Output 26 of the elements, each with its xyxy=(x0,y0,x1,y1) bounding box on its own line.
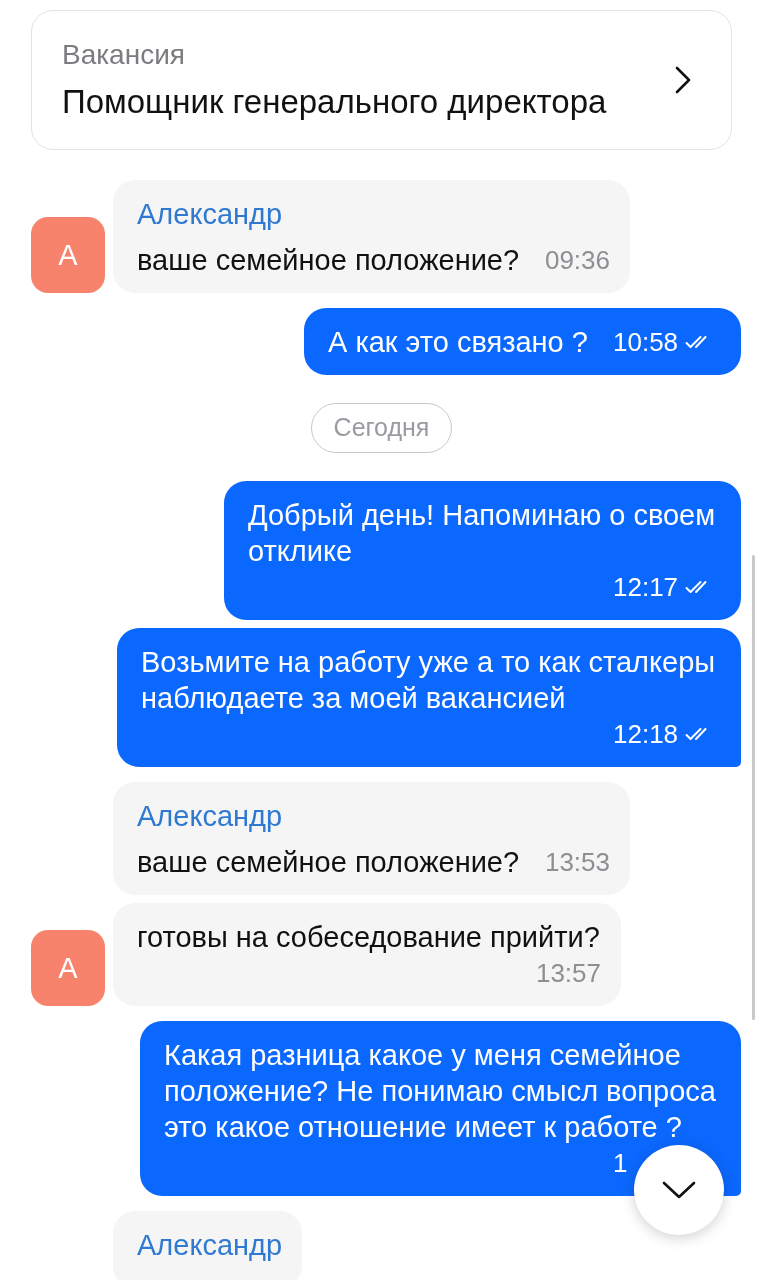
sender-name: Александр xyxy=(137,1228,283,1263)
message-time: 1 xyxy=(613,1147,628,1180)
message-text: готовы на собеседование прийти? xyxy=(137,921,600,953)
message-time: 10:58 xyxy=(613,326,679,359)
chevron-down-icon xyxy=(662,1181,696,1199)
message-text: Добрый день! Напоминаю о своем отклике xyxy=(248,499,716,567)
message-time: 12:18 xyxy=(613,718,679,751)
scroll-down-button[interactable] xyxy=(634,1145,724,1235)
sender-name: Александр xyxy=(137,197,284,232)
message-time: 09:36 xyxy=(544,244,610,277)
avatar: А xyxy=(31,217,105,293)
sender-name: Александр xyxy=(137,799,284,834)
message-time: 13:53 xyxy=(544,846,610,879)
avatar: А xyxy=(31,930,105,1006)
message-text: А как это связано ? xyxy=(328,326,588,358)
message-text: Какая разница какое у меня семейное положение? Не понимаю смысл вопроса это какое отношение имеет к работе ? xyxy=(164,1039,716,1143)
vacancy-title: Помощник генерального директора xyxy=(62,82,607,122)
chevron-right-icon xyxy=(675,66,691,94)
vacancy-label: Вакансия xyxy=(62,38,186,72)
vacancy-card[interactable]: Вакансия Помощник генерального директора xyxy=(31,10,732,150)
message-text: ваше семейное положение? xyxy=(137,846,520,878)
message-time: 12:17 xyxy=(613,571,679,604)
message-time: 13:57 xyxy=(535,957,601,990)
date-chip: Сегодня xyxy=(310,403,453,453)
message-text: Возьмите на работу уже а то как сталкеры наблюдаете за моей вакансией xyxy=(141,646,716,714)
message-text: ваше семейное положение? xyxy=(137,244,520,276)
